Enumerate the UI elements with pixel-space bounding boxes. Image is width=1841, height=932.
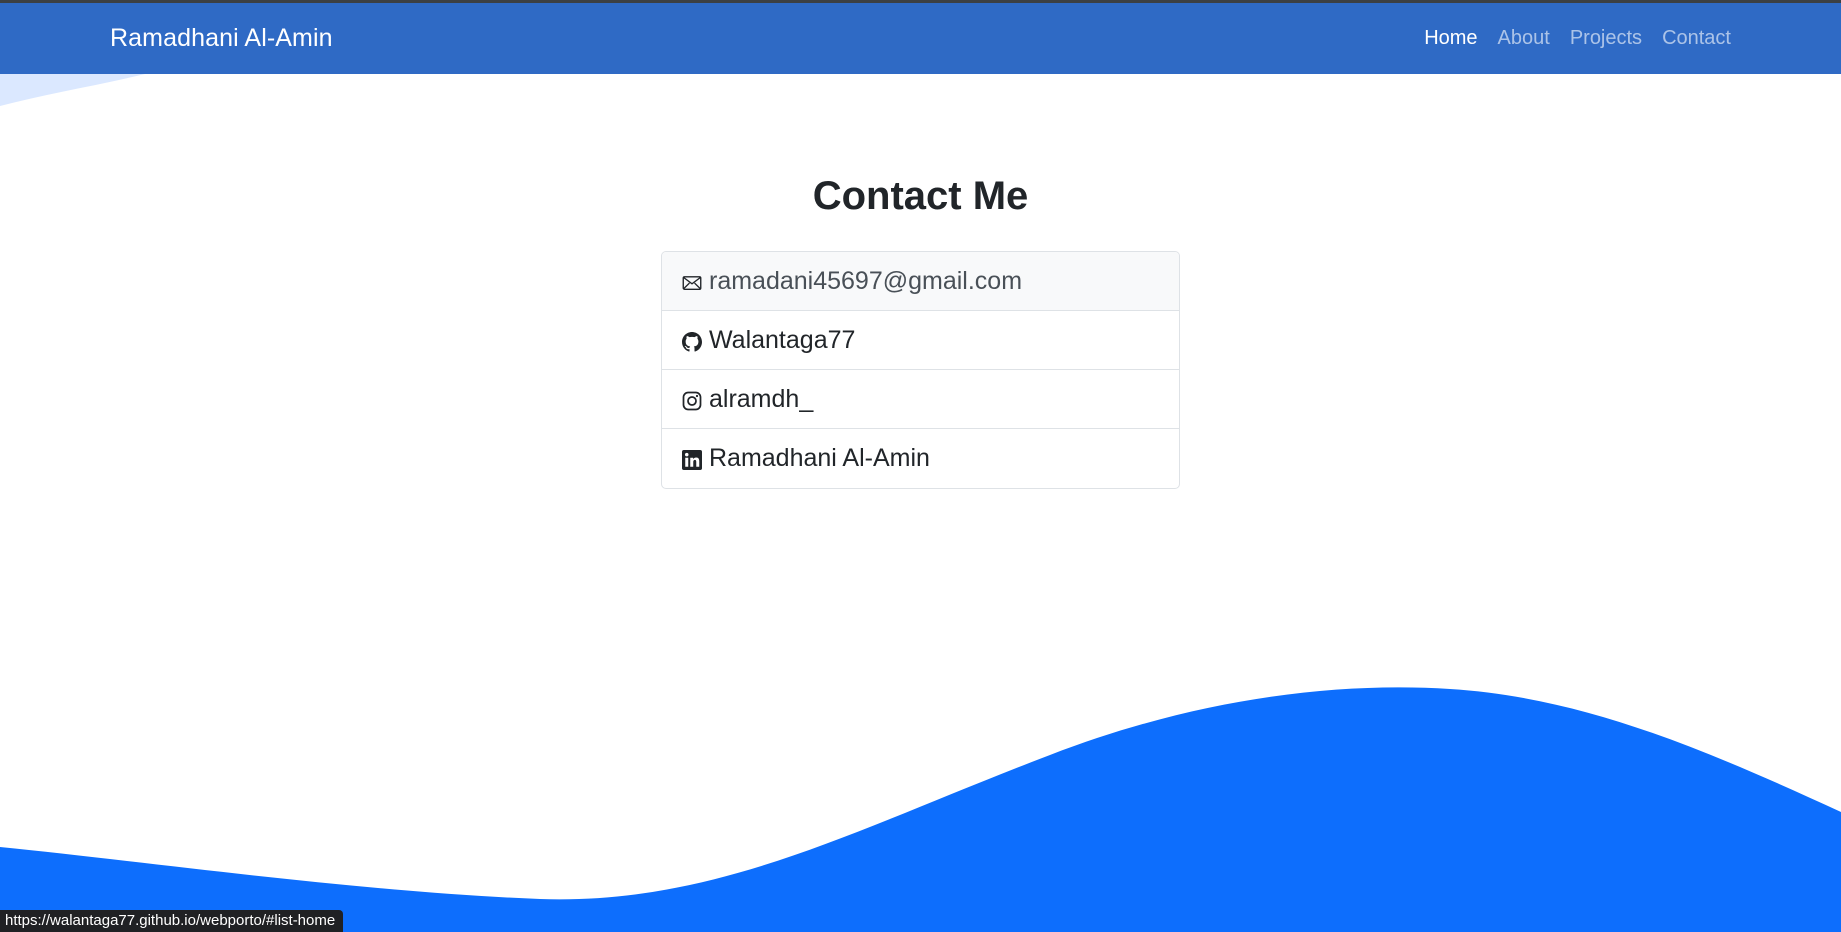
nav-link-home[interactable]: Home	[1424, 27, 1477, 50]
contact-instagram-text: alramdh_	[709, 384, 814, 413]
contact-item-linkedin[interactable]: Ramadhani Al-Amin	[662, 429, 1179, 488]
linkedin-icon	[681, 450, 702, 471]
instagram-icon	[681, 390, 702, 411]
bottom-wave-decoration	[0, 687, 1841, 932]
contact-item-email[interactable]: ramadani45697@gmail.com	[662, 252, 1179, 311]
nav-link-projects[interactable]: Projects	[1570, 27, 1642, 50]
top-wave-decoration	[0, 74, 145, 106]
contact-email-text: ramadani45697@gmail.com	[709, 266, 1023, 295]
nav-links: Home About Projects Contact	[1424, 27, 1731, 50]
contact-item-instagram[interactable]: alramdh_	[662, 370, 1179, 429]
navbar-brand[interactable]: Ramadhani Al-Amin	[110, 24, 333, 53]
envelope-icon	[681, 272, 702, 293]
contact-github-text: Walantaga77	[709, 325, 856, 354]
contact-item-github[interactable]: Walantaga77	[662, 311, 1179, 370]
page: Ramadhani Al-Amin Home About Projects Co…	[0, 0, 1841, 932]
github-icon	[681, 331, 702, 352]
contact-list: ramadani45697@gmail.com Walantaga77 alra…	[661, 251, 1180, 489]
nav-link-contact[interactable]: Contact	[1662, 27, 1731, 50]
navbar: Ramadhani Al-Amin Home About Projects Co…	[0, 3, 1841, 74]
nav-link-about[interactable]: About	[1498, 27, 1550, 50]
status-bar-url: https://walantaga77.github.io/webporto/#…	[0, 910, 344, 932]
contact-title: Contact Me	[812, 174, 1029, 218]
contact-linkedin-text: Ramadhani Al-Amin	[709, 444, 930, 472]
